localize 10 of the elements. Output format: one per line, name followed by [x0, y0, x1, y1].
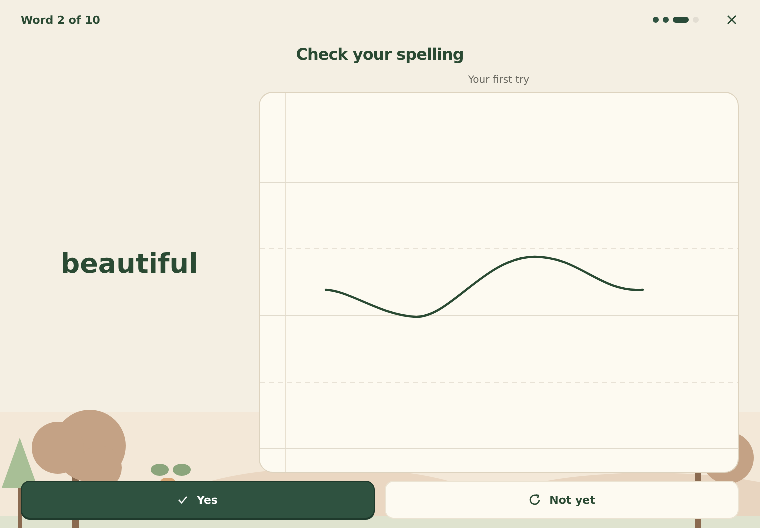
close-icon: [727, 15, 737, 25]
target-word: beautiful: [60, 249, 198, 280]
not-yet-button[interactable]: Not yet: [385, 481, 739, 519]
check-icon: [178, 496, 188, 504]
close-button[interactable]: [725, 13, 739, 27]
screen-title: Check your spelling: [295, 44, 465, 66]
word-counter: Word 2 of 10: [21, 14, 100, 26]
attempt-label: Your first try: [468, 74, 530, 88]
refresh-icon: [528, 494, 541, 506]
yes-button[interactable]: Yes: [21, 481, 375, 519]
